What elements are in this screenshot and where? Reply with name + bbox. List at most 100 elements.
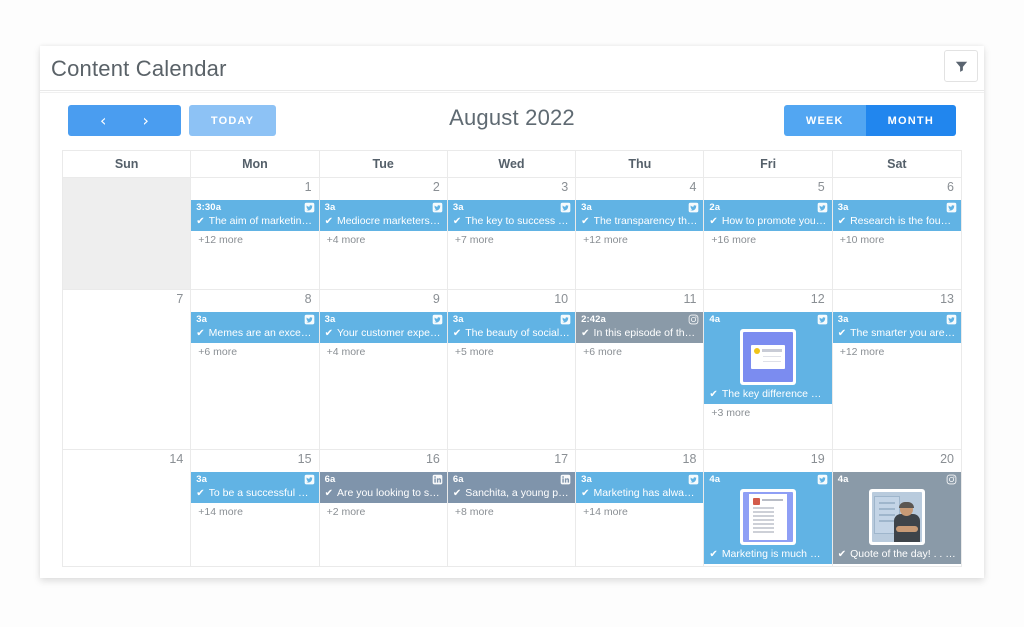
event-title-row: ✔ How to promote your … (704, 215, 831, 231)
event-header: 3:30a (191, 200, 318, 215)
more-events-link[interactable]: +8 more (448, 503, 575, 518)
event-title: Marketing has always … (593, 487, 699, 499)
calendar-day-cell[interactable]: 13 3a ✔ The smarter you are a… +12 more (832, 290, 961, 449)
calendar-day-cell[interactable]: 14 (63, 450, 192, 566)
linkedin-icon (560, 474, 571, 485)
calendar-day-cell[interactable]: 10 3a ✔ The beauty of social … +5 more (447, 290, 577, 449)
day-number: 2 (432, 180, 440, 194)
day-of-week-header-sun: Sun (63, 151, 192, 177)
calendar-event[interactable]: 4a ✔ Marketing is much mo… (704, 472, 832, 564)
calendar-event[interactable]: 3a ✔ Mediocre marketers s… (319, 200, 447, 231)
calendar-event[interactable]: 2:42a ✔ In this episode of the … (576, 312, 704, 343)
day-number: 9 (432, 292, 440, 306)
week-view-button[interactable]: WEEK (783, 105, 866, 136)
calendar-event[interactable]: 3a ✔ The beauty of social … (447, 312, 576, 343)
calendar-event[interactable]: 3a ✔ To be a successful sto… (191, 472, 319, 503)
calendar-event[interactable]: 4a ✔ Quote of the day! . . . … (832, 472, 961, 564)
calendar-event[interactable]: 3a ✔ The key to success in … (447, 200, 576, 231)
check-icon: ✔ (709, 389, 718, 400)
more-events-link[interactable]: +6 more (191, 343, 318, 358)
day-of-week-header-sat: Sat (832, 151, 961, 177)
thumbnail-frame (740, 489, 797, 545)
more-events-link[interactable]: +4 more (320, 231, 447, 246)
calendar-event[interactable]: 3a ✔ Marketing has always … (576, 472, 704, 503)
calendar-day-cell[interactable]: 3 3a ✔ The key to success in … +7 more (447, 178, 577, 289)
calendar-event[interactable]: 6a ✔ Are you looking to sta… (319, 472, 447, 503)
check-icon: ✔ (196, 488, 205, 499)
calendar-day-cell[interactable]: 12 4a ✔ The key difference bet… +3 more (704, 290, 833, 449)
more-events-link[interactable]: +12 more (191, 231, 318, 246)
more-events-link[interactable]: +3 more (704, 404, 831, 419)
calendar-day-cell[interactable]: 19 4a ✔ Marketing is much mo… (704, 450, 833, 566)
day-events: 4a ✔ The key difference bet… +3 more (704, 312, 832, 419)
twitter-icon (946, 202, 957, 213)
more-events-link[interactable]: +12 more (576, 231, 703, 246)
calendar-day-cell[interactable]: 5 2a ✔ How to promote your … +16 more (704, 178, 833, 289)
more-events-link[interactable]: +5 more (448, 343, 575, 358)
calendar-day-cell[interactable]: 15 3a ✔ To be a successful sto… +14 more (191, 450, 320, 566)
more-events-link[interactable]: +10 more (833, 231, 961, 246)
day-events: 3a ✔ Your customer experi… +4 more (319, 312, 447, 358)
calendar-event[interactable]: 6a ✔ Sanchita, a young prof… (447, 472, 576, 503)
calendar-day-cell-empty[interactable] (63, 178, 192, 289)
calendar-event[interactable]: 4a ✔ The key difference bet… (704, 312, 832, 404)
check-icon: ✔ (581, 216, 590, 227)
calendar-day-cell[interactable]: 4 3a ✔ The transparency that… +12 more (576, 178, 705, 289)
day-number: 11 (683, 292, 697, 306)
more-events-link[interactable]: +12 more (833, 343, 961, 358)
event-time: 3a (324, 201, 336, 213)
event-time: 4a (709, 313, 721, 325)
more-events-link[interactable]: +2 more (320, 503, 447, 518)
calendar-day-cell[interactable]: 1 3:30a ✔ The aim of marketing i… +12 more (191, 178, 320, 289)
event-title-row: ✔ Quote of the day! . . . … (833, 548, 961, 564)
calendar-event[interactable]: 3a ✔ Your customer experi… (319, 312, 447, 343)
calendar-event[interactable]: 3a ✔ Memes are an excelle… (191, 312, 319, 343)
more-events-link[interactable]: +7 more (448, 231, 575, 246)
more-events-link[interactable]: +16 more (704, 231, 831, 246)
view-toggle-group: WEEK MONTH (783, 105, 956, 136)
event-header: 6a (320, 472, 447, 487)
thumbnail-document (749, 494, 788, 540)
calendar-event[interactable]: 3a ✔ Research is the found… (832, 200, 961, 231)
more-events-link[interactable]: +14 more (191, 503, 318, 518)
calendar-day-cell[interactable]: 2 3a ✔ Mediocre marketers s… +4 more (319, 178, 448, 289)
month-view-button[interactable]: MONTH (865, 105, 956, 136)
event-time: 2:42a (581, 313, 606, 325)
calendar-day-cell[interactable]: 8 3a ✔ Memes are an excelle… +6 more (191, 290, 320, 449)
calendar-day-cell[interactable]: 17 6a ✔ Sanchita, a young prof… +8 more (447, 450, 577, 566)
linkedin-icon (432, 474, 443, 485)
calendar: ‹ › TODAY August 2022 WEEK MONTH Sun Mon T… (40, 92, 984, 578)
more-events-link[interactable]: +14 more (576, 503, 703, 518)
calendar-day-cell[interactable]: 11 2:42a ✔ In this episode of the … +6 more (576, 290, 705, 449)
calendar-event[interactable]: 2a ✔ How to promote your … (704, 200, 832, 231)
more-events-link[interactable]: +4 more (320, 343, 447, 358)
calendar-week-row: 7 8 3a ✔ Memes are an excelle… +6 more 9 3a ✔ You… (62, 289, 962, 449)
day-of-week-header-mon: Mon (191, 151, 320, 177)
day-events: 2a ✔ How to promote your … +16 more (704, 200, 832, 246)
check-icon: ✔ (837, 549, 847, 560)
event-time: 3a (452, 313, 464, 325)
event-thumbnail (704, 327, 831, 388)
event-title: In this episode of the … (593, 327, 699, 339)
day-number: 5 (817, 180, 825, 194)
calendar-day-cell[interactable]: 9 3a ✔ Your customer experi… +4 more (319, 290, 448, 449)
event-title-row: ✔ Your customer experi… (320, 327, 447, 343)
calendar-event[interactable]: 3a ✔ The smarter you are a… (832, 312, 961, 343)
event-title: The beauty of social … (465, 327, 571, 339)
filter-button[interactable] (944, 50, 978, 82)
more-events-link[interactable]: +6 more (576, 343, 703, 358)
calendar-day-cell[interactable]: 20 4a ✔ Quote of the day! . . . … (832, 450, 961, 566)
day-number: 10 (554, 292, 569, 306)
calendar-day-cell[interactable]: 16 6a ✔ Are you looking to sta… +2 more (319, 450, 448, 566)
event-title-row: ✔ To be a successful sto… (191, 487, 318, 503)
day-number: 20 (940, 452, 954, 466)
thumbnail-frame (740, 329, 797, 385)
calendar-day-cell[interactable]: 18 3a ✔ Marketing has always … +14 more (576, 450, 705, 566)
event-thumbnail (833, 487, 961, 548)
twitter-icon (688, 202, 699, 213)
calendar-day-cell[interactable]: 6 3a ✔ Research is the found… +10 more (832, 178, 961, 289)
calendar-event[interactable]: 3:30a ✔ The aim of marketing i… (191, 200, 319, 231)
calendar-day-cell[interactable]: 7 (63, 290, 192, 449)
calendar-event[interactable]: 3a ✔ The transparency that… (576, 200, 704, 231)
event-title-row: ✔ The key difference bet… (704, 388, 831, 404)
